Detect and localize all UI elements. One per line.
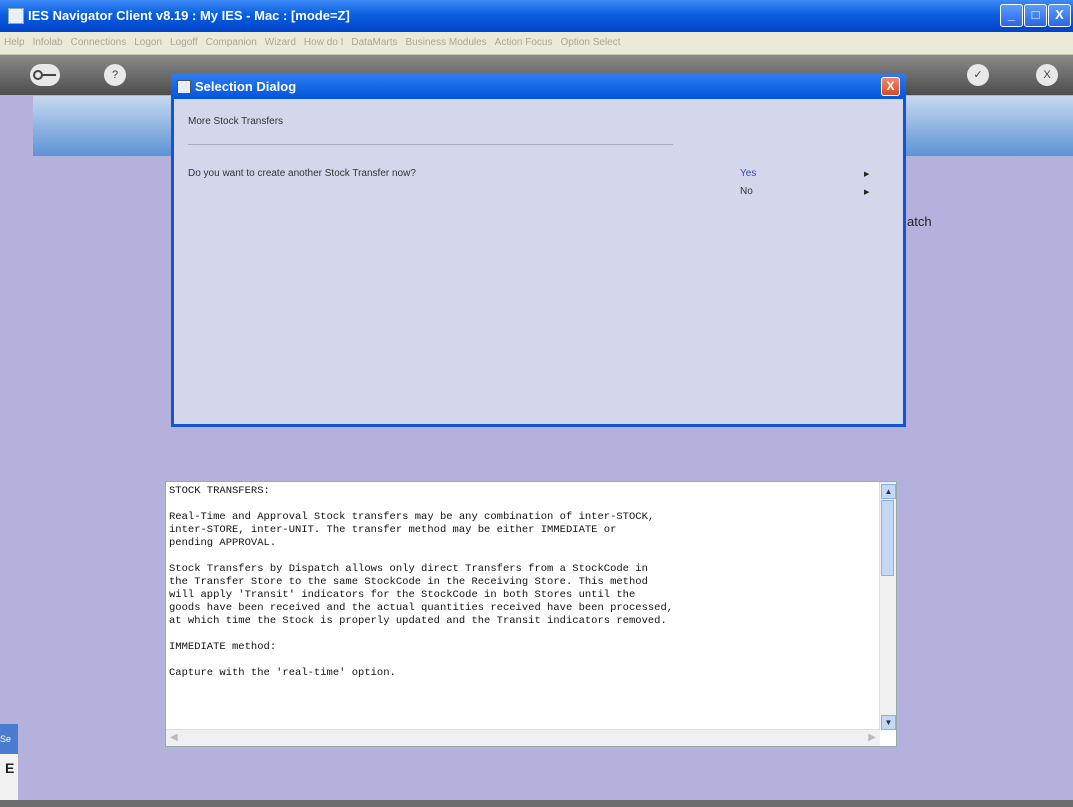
selection-dialog: Selection Dialog X More Stock Transfers … bbox=[171, 74, 906, 427]
help-icon[interactable]: ? bbox=[104, 64, 126, 86]
dialog-titlebar: Selection Dialog X bbox=[171, 74, 906, 99]
app-icon bbox=[8, 8, 24, 24]
cancel-icon[interactable]: X bbox=[1036, 64, 1058, 86]
option-no[interactable]: No bbox=[740, 186, 753, 197]
dialog-subtitle: More Stock Transfers bbox=[188, 116, 284, 127]
menu-how-do-i[interactable]: How do I bbox=[300, 37, 347, 48]
help-line bbox=[169, 654, 879, 667]
dialog-icon bbox=[177, 80, 191, 94]
menu-option-select[interactable]: Option Select bbox=[556, 37, 624, 48]
maximize-button[interactable]: □ bbox=[1024, 4, 1047, 27]
help-panel: STOCK TRANSFERS: Real-Time and Approval … bbox=[165, 481, 897, 747]
help-line: goods have been received and the actual … bbox=[169, 602, 674, 614]
close-window-button[interactable]: X bbox=[1048, 4, 1071, 27]
option-yes[interactable]: Yes bbox=[740, 168, 756, 179]
side-panel-letter: E bbox=[5, 760, 15, 776]
help-text: STOCK TRANSFERS: Real-Time and Approval … bbox=[169, 485, 879, 725]
help-line: STOCK TRANSFERS: bbox=[169, 485, 270, 497]
divider bbox=[188, 144, 673, 145]
help-line bbox=[169, 498, 879, 511]
scroll-down-icon[interactable]: ▼ bbox=[881, 715, 896, 730]
dialog-title: Selection Dialog bbox=[195, 79, 297, 94]
help-line: the Transfer Store to the same StockCode… bbox=[169, 576, 648, 588]
scroll-right-icon[interactable]: ▶ bbox=[868, 732, 876, 743]
key-icon[interactable] bbox=[30, 64, 60, 86]
menu-connections[interactable]: Connections bbox=[67, 37, 131, 48]
help-line: inter-STORE, inter-UNIT. The transfer me… bbox=[169, 524, 617, 536]
window-titlebar: IES Navigator Client v8.19 : My IES - Ma… bbox=[0, 0, 1073, 32]
menu-datamarts[interactable]: DataMarts bbox=[347, 37, 401, 48]
option-yes-arrow-icon: ▶ bbox=[864, 171, 870, 178]
help-line: IMMEDIATE method: bbox=[169, 641, 277, 653]
scroll-up-icon[interactable]: ▲ bbox=[881, 484, 896, 499]
status-strip bbox=[0, 800, 1073, 807]
help-line: Capture with the 'real-time' option. bbox=[169, 667, 396, 679]
vertical-scrollbar[interactable]: ▲ ▼ bbox=[879, 482, 896, 730]
menu-companion[interactable]: Companion bbox=[202, 37, 261, 48]
scroll-left-icon[interactable]: ◀ bbox=[170, 732, 178, 743]
menu-logon[interactable]: Logon bbox=[130, 37, 166, 48]
menu-action-focus[interactable]: Action Focus bbox=[491, 37, 557, 48]
menu-bar: Help Infolab Connections Logon Logoff Compani… bbox=[0, 32, 1073, 55]
menu-help[interactable]: Help bbox=[0, 37, 29, 48]
help-line: Real-Time and Approval Stock transfers m… bbox=[169, 511, 655, 523]
window-title: IES Navigator Client v8.19 : My IES - Ma… bbox=[28, 8, 350, 23]
minimize-button[interactable]: _ bbox=[1000, 4, 1023, 27]
dialog-question: Do you want to create another Stock Tran… bbox=[188, 168, 416, 179]
side-panel-tab[interactable]: Se E bbox=[0, 724, 18, 804]
side-panel-tab-label: Se bbox=[0, 724, 18, 754]
scroll-thumb[interactable] bbox=[881, 500, 894, 576]
ok-icon[interactable]: ✓ bbox=[967, 64, 989, 86]
help-line bbox=[169, 550, 879, 563]
help-line: pending APPROVAL. bbox=[169, 537, 277, 549]
help-line: at which time the Stock is properly upda… bbox=[169, 615, 667, 627]
menu-logoff[interactable]: Logoff bbox=[166, 37, 202, 48]
menu-infolab[interactable]: Infolab bbox=[29, 37, 67, 48]
help-line: will apply 'Transit' indicators for the … bbox=[169, 589, 636, 601]
horizontal-scrollbar[interactable]: ◀ ▶ bbox=[166, 729, 880, 746]
menu-wizard[interactable]: Wizard bbox=[261, 37, 300, 48]
help-line bbox=[169, 628, 879, 641]
option-no-arrow-icon: ▶ bbox=[864, 189, 870, 196]
dialog-close-button[interactable]: X bbox=[881, 77, 900, 96]
menu-business-modules[interactable]: Business Modules bbox=[402, 37, 491, 48]
background-label: atch bbox=[907, 214, 932, 229]
help-line: Stock Transfers by Dispatch allows only … bbox=[169, 563, 648, 575]
